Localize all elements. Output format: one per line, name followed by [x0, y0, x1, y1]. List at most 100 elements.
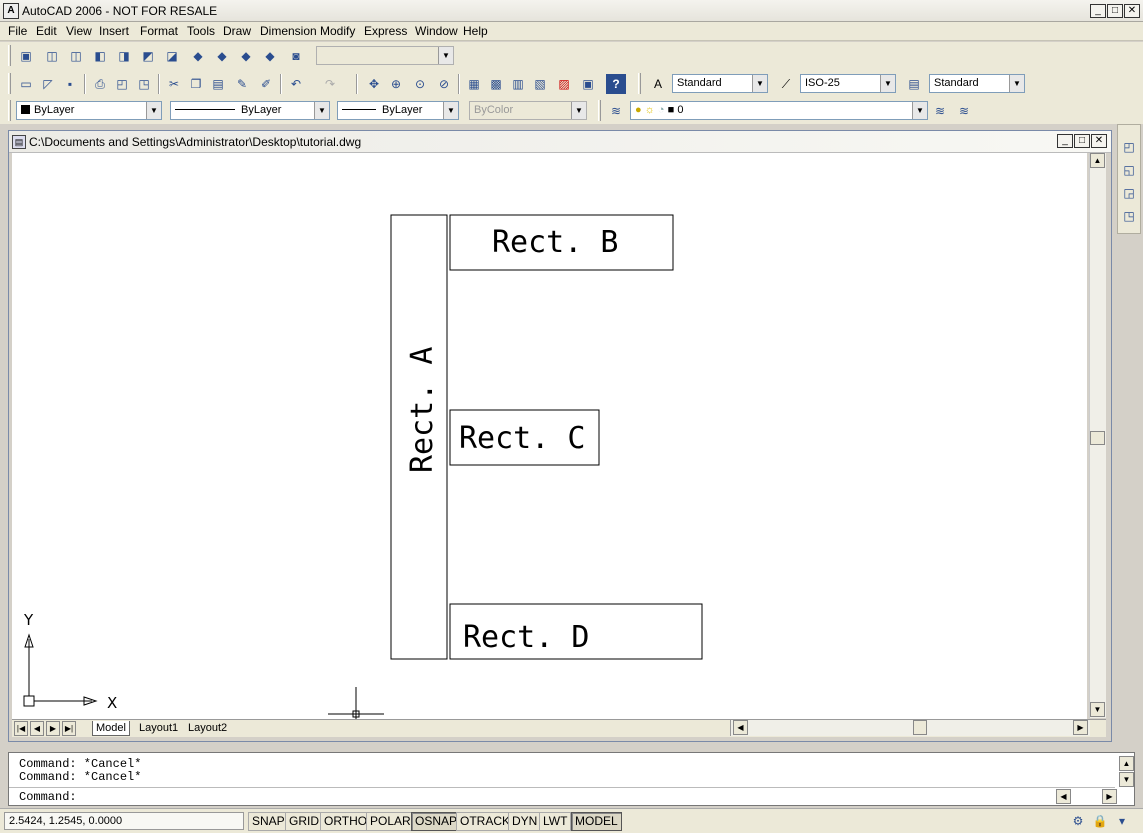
- sw-iso-icon[interactable]: ◆: [188, 46, 208, 66]
- viewport-icon-3[interactable]: ◲: [1119, 183, 1139, 203]
- close-button[interactable]: ✕: [1124, 4, 1140, 18]
- zoom-window-icon[interactable]: ⊙: [410, 74, 430, 94]
- toolbar-lock-icon[interactable]: 🔒: [1090, 811, 1110, 831]
- hscroll-thumb[interactable]: [913, 720, 927, 735]
- menu-edit[interactable]: Edit: [36, 24, 57, 38]
- first-tab-icon[interactable]: |◀: [14, 721, 28, 736]
- cmd-scroll-down-icon[interactable]: ▼: [1119, 772, 1134, 787]
- linetype-combo[interactable]: ByLayer ▼: [170, 101, 330, 120]
- polar-toggle[interactable]: POLAR: [366, 812, 415, 831]
- osnap-toggle[interactable]: OSNAP: [411, 812, 462, 831]
- layer-manager-icon[interactable]: ≋: [606, 101, 626, 121]
- viewport-icon-1[interactable]: ◰: [1119, 137, 1139, 157]
- properties-icon[interactable]: ▦: [464, 74, 484, 94]
- model-toggle[interactable]: MODEL: [571, 812, 622, 831]
- named-views-icon[interactable]: ▣: [16, 46, 36, 66]
- dim-style-combo[interactable]: ISO-25 ▼: [800, 74, 896, 93]
- cmd-scroll-up-icon[interactable]: ▲: [1119, 756, 1134, 771]
- menu-draw[interactable]: Draw: [223, 24, 251, 38]
- redo-icon[interactable]: ↷: [320, 74, 340, 94]
- menu-dimension[interactable]: Dimension: [260, 24, 317, 38]
- sheet-set-icon[interactable]: ▧: [530, 74, 550, 94]
- calculator-icon[interactable]: ▣: [578, 74, 598, 94]
- plot-preview-icon[interactable]: ◰: [112, 74, 132, 94]
- menu-window[interactable]: Window: [415, 24, 458, 38]
- viewport-icon-2[interactable]: ◱: [1119, 160, 1139, 180]
- block-editor-icon[interactable]: ✐: [256, 74, 276, 94]
- viewport-icon-4[interactable]: ◳: [1119, 206, 1139, 226]
- otrack-toggle[interactable]: OTRACK: [456, 812, 515, 831]
- prev-tab-icon[interactable]: ◀: [30, 721, 44, 736]
- nw-iso-icon[interactable]: ◆: [260, 46, 280, 66]
- dim-style-icon[interactable]: ⟋: [776, 74, 796, 94]
- ne-iso-icon[interactable]: ◆: [236, 46, 256, 66]
- layer-previous-icon[interactable]: ≋: [954, 101, 974, 121]
- minimize-button[interactable]: _: [1090, 4, 1106, 18]
- status-menu-icon[interactable]: ▾: [1112, 811, 1132, 831]
- menu-file[interactable]: File: [8, 24, 27, 38]
- bottom-view-icon[interactable]: ◫: [66, 46, 86, 66]
- drawing-maximize-button[interactable]: □: [1074, 134, 1090, 148]
- text-style-combo[interactable]: Standard ▼: [672, 74, 768, 93]
- tab-layout1[interactable]: Layout1: [136, 721, 181, 736]
- front-view-icon[interactable]: ◩: [138, 46, 158, 66]
- camera-icon[interactable]: ◙: [286, 46, 306, 66]
- design-center-icon[interactable]: ▩: [486, 74, 506, 94]
- se-iso-icon[interactable]: ◆: [212, 46, 232, 66]
- top-view-icon[interactable]: ◫: [42, 46, 62, 66]
- communication-center-icon[interactable]: ⚙: [1068, 811, 1088, 831]
- drawing-close-button[interactable]: ✕: [1091, 134, 1107, 148]
- scroll-thumb[interactable]: [1090, 431, 1105, 445]
- zoom-realtime-icon[interactable]: ⊕: [386, 74, 406, 94]
- new-icon[interactable]: ▭: [16, 74, 36, 94]
- menu-format[interactable]: Format: [140, 24, 178, 38]
- paste-icon[interactable]: ▤: [208, 74, 228, 94]
- menu-modify[interactable]: Modify: [320, 24, 355, 38]
- menu-tools[interactable]: Tools: [187, 24, 215, 38]
- right-view-icon[interactable]: ◨: [114, 46, 134, 66]
- left-view-icon[interactable]: ◧: [90, 46, 110, 66]
- open-icon[interactable]: ◸: [38, 74, 58, 94]
- ortho-toggle[interactable]: ORTHO: [320, 812, 372, 831]
- cmd-scroll-right-icon[interactable]: ▶: [1102, 789, 1117, 804]
- markup-icon[interactable]: ▨: [554, 74, 574, 94]
- layer-combo[interactable]: ● ☼ ◔ ■ 0 ▼: [630, 101, 928, 120]
- vertical-scrollbar[interactable]: ▲ ▼: [1089, 153, 1106, 718]
- color-combo[interactable]: ByLayer ▼: [16, 101, 162, 120]
- dyn-toggle[interactable]: DYN: [508, 812, 542, 831]
- maximize-button[interactable]: □: [1107, 4, 1123, 18]
- scroll-left-icon[interactable]: ◀: [733, 720, 748, 735]
- tool-palettes-icon[interactable]: ▥: [508, 74, 528, 94]
- menu-view[interactable]: View: [66, 24, 92, 38]
- table-style-icon[interactable]: ▤: [904, 74, 924, 94]
- tab-layout2[interactable]: Layout2: [185, 721, 230, 736]
- copy-icon[interactable]: ❐: [186, 74, 206, 94]
- grid-toggle[interactable]: GRID: [285, 812, 323, 831]
- table-style-combo[interactable]: Standard ▼: [929, 74, 1025, 93]
- snap-toggle[interactable]: SNAP: [248, 812, 289, 831]
- view-combo[interactable]: ▼: [316, 46, 454, 65]
- zoom-previous-icon[interactable]: ⊘: [434, 74, 454, 94]
- publish-icon[interactable]: ◳: [134, 74, 154, 94]
- cut-icon[interactable]: ✂: [164, 74, 184, 94]
- menu-insert[interactable]: Insert: [99, 24, 129, 38]
- menu-express[interactable]: Express: [364, 24, 407, 38]
- horizontal-scrollbar[interactable]: ◀ ▶: [730, 720, 1090, 736]
- command-prompt[interactable]: Command:: [19, 790, 77, 804]
- drawing-minimize-button[interactable]: _: [1057, 134, 1073, 148]
- text-style-icon[interactable]: A: [648, 74, 668, 94]
- next-tab-icon[interactable]: ▶: [46, 721, 60, 736]
- scroll-right-icon[interactable]: ▶: [1073, 720, 1088, 735]
- pan-icon[interactable]: ✥: [364, 74, 384, 94]
- plot-style-combo[interactable]: ByColor ▼: [469, 101, 587, 120]
- last-tab-icon[interactable]: ▶|: [62, 721, 76, 736]
- undo-icon[interactable]: ↶: [286, 74, 306, 94]
- back-view-icon[interactable]: ◪: [162, 46, 182, 66]
- scroll-up-icon[interactable]: ▲: [1090, 153, 1105, 168]
- help-icon[interactable]: ?: [606, 74, 626, 94]
- save-icon[interactable]: ▪: [60, 74, 80, 94]
- drawing-canvas[interactable]: Rect. A Rect. B Rect. C Rect. D Y X: [12, 153, 1087, 719]
- tab-model[interactable]: Model: [92, 721, 130, 736]
- scroll-down-icon[interactable]: ▼: [1090, 702, 1105, 717]
- menu-help[interactable]: Help: [463, 24, 488, 38]
